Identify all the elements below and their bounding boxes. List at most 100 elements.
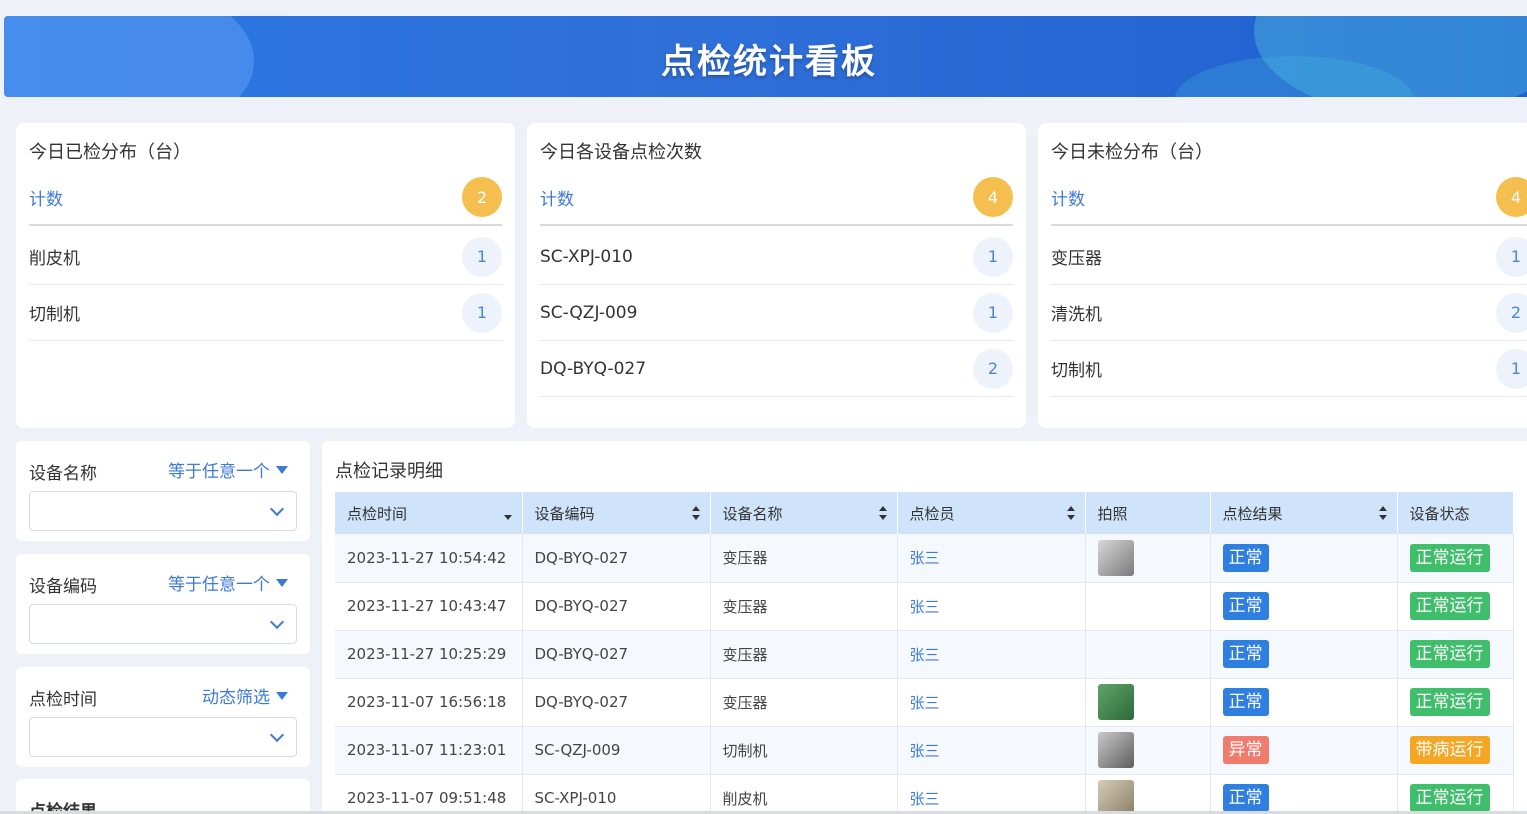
sort-icon[interactable]: [691, 506, 700, 520]
stat-row[interactable]: 切制机 1: [1051, 341, 1527, 397]
inspector-link[interactable]: 张三: [910, 646, 940, 664]
device-code-select[interactable]: [29, 604, 297, 644]
count-label: 计数: [540, 189, 574, 210]
cell-photo: [1085, 582, 1211, 631]
cell-photo: [1085, 774, 1211, 814]
cell-time: 2023-11-27 10:25:29: [335, 630, 523, 679]
count-badge: 1: [1496, 348, 1527, 389]
result-tag: 正常: [1222, 784, 1269, 812]
total-count-badge: 2: [462, 177, 502, 217]
stat-row[interactable]: 削皮机 1: [29, 229, 502, 285]
photo-thumbnail[interactable]: [1097, 732, 1134, 768]
column-header-code[interactable]: 设备编码: [522, 492, 711, 534]
stat-row[interactable]: 切制机 1: [29, 285, 502, 341]
cell-name: 变压器: [710, 630, 898, 679]
stat-row[interactable]: 清洗机 2: [1051, 285, 1527, 341]
sort-desc-icon[interactable]: [503, 506, 512, 520]
card-title: 今日已检分布（台）: [29, 142, 191, 163]
count-header-row: 计数 4: [1051, 170, 1527, 226]
filter-mode-label: 等于任意一个: [168, 462, 270, 482]
count-badge: 1: [462, 236, 502, 277]
count-header-row: 计数 4: [540, 170, 1013, 226]
filter-mode-dropdown[interactable]: 动态筛选: [202, 683, 288, 708]
status-tag: 正常运行: [1409, 688, 1490, 716]
table-row[interactable]: 2023-11-07 11:23:01 SC-QZJ-009 切制机 张三 异常 带病运行: [335, 726, 1514, 775]
cell-result: 正常: [1210, 534, 1398, 583]
stat-row[interactable]: 变压器 1: [1051, 229, 1527, 285]
photo-thumbnail[interactable]: [1097, 539, 1134, 576]
stat-row-label: DQ-BYQ-027: [540, 358, 647, 379]
cell-name: 变压器: [710, 534, 898, 583]
status-tag: 带病运行: [1409, 736, 1490, 764]
column-header-result[interactable]: 点检结果: [1210, 492, 1398, 534]
filter-mode-dropdown[interactable]: 等于任意一个: [168, 457, 288, 482]
filter-label: 点检时间: [29, 690, 97, 710]
inspection-record-table: 点检时间 设备编码 设备名称 点检员 拍照 点检结果 设备状态 2023-11-…: [335, 492, 1514, 814]
stat-row-label: 削皮机: [29, 249, 80, 269]
detail-title: 点检记录明细: [335, 461, 443, 482]
cell-result: 正常: [1210, 630, 1398, 679]
cell-inspector: 张三: [897, 774, 1086, 814]
stat-row-label: 切制机: [1051, 361, 1102, 381]
inspector-link[interactable]: 张三: [910, 598, 940, 616]
uninspected-distribution-card: 今日未检分布（台） 计数 4 变压器 1 清洗机 2 切制机 1: [1038, 123, 1527, 428]
cell-status: 带病运行: [1397, 726, 1514, 775]
filter-device-name: 设备名称 等于任意一个: [16, 441, 310, 541]
cell-inspector: 张三: [897, 582, 1086, 631]
sort-icon[interactable]: [1066, 506, 1075, 520]
caret-down-icon: [276, 691, 288, 700]
cell-code: SC-QZJ-009: [522, 726, 711, 775]
inspector-link[interactable]: 张三: [910, 694, 940, 712]
sort-icon[interactable]: [1378, 506, 1387, 520]
cell-time: 2023-11-07 16:56:18: [335, 678, 523, 727]
count-badge: 2: [1496, 292, 1527, 333]
count-badge: 1: [973, 292, 1013, 333]
inspector-link[interactable]: 张三: [910, 549, 940, 567]
sort-icon[interactable]: [878, 506, 887, 520]
inspector-link[interactable]: 张三: [910, 742, 940, 760]
cell-status: 正常运行: [1397, 534, 1514, 583]
chevron-down-icon: [269, 727, 285, 743]
device-name-select[interactable]: [29, 491, 297, 531]
count-badge: 2: [973, 348, 1013, 389]
filter-device-code: 设备编码 等于任意一个: [16, 554, 310, 654]
cell-status: 正常运行: [1397, 630, 1514, 679]
stat-row-label: SC-QZJ-009: [540, 302, 638, 323]
table-row[interactable]: 2023-11-27 10:25:29 DQ-BYQ-027 变压器 张三 正常 正常运行: [335, 630, 1514, 679]
stat-row[interactable]: SC-XPJ-010 1: [540, 229, 1013, 285]
table-row[interactable]: 2023-11-07 16:56:18 DQ-BYQ-027 变压器 张三 正常 正常运行: [335, 678, 1514, 727]
stat-row[interactable]: SC-QZJ-009 1: [540, 285, 1013, 341]
inspection-detail-card: 点检记录明细 点检时间 设备编码 设备名称 点检员 拍照 点检结果 设备状态 2…: [322, 441, 1527, 814]
result-tag: 正常: [1222, 688, 1269, 716]
cell-result: 正常: [1210, 678, 1398, 727]
inspector-link[interactable]: 张三: [910, 790, 940, 808]
result-tag: 正常: [1222, 592, 1269, 620]
cell-status: 正常运行: [1397, 582, 1514, 631]
cell-inspector: 张三: [897, 678, 1086, 727]
chevron-down-icon: [269, 501, 285, 517]
table-row[interactable]: 2023-11-27 10:54:42 DQ-BYQ-027 变压器 张三 正常 正常运行: [335, 534, 1514, 583]
cell-time: 2023-11-07 11:23:01: [335, 726, 523, 775]
column-header-photo: 拍照: [1085, 492, 1211, 534]
photo-thumbnail[interactable]: [1097, 684, 1134, 720]
cell-name: 切制机: [710, 726, 898, 775]
inspection-time-select[interactable]: [29, 717, 297, 757]
device-inspection-count-card: 今日各设备点检次数 计数 4 SC-XPJ-010 1 SC-QZJ-009 1…: [527, 123, 1026, 428]
filter-label: 设备编码: [29, 577, 97, 597]
table-row[interactable]: 2023-11-27 10:43:47 DQ-BYQ-027 变压器 张三 正常 正常运行: [335, 582, 1514, 631]
cell-code: DQ-BYQ-027: [522, 630, 711, 679]
filter-mode-label: 动态筛选: [202, 688, 270, 708]
photo-thumbnail[interactable]: [1097, 780, 1134, 814]
stat-row[interactable]: DQ-BYQ-027 2: [540, 341, 1013, 397]
column-header-time[interactable]: 点检时间: [335, 492, 523, 534]
table-row[interactable]: 2023-11-07 09:51:48 SC-XPJ-010 削皮机 张三 正常 正常运行: [335, 774, 1514, 814]
stat-row-label: 变压器: [1051, 249, 1102, 269]
inspected-distribution-card: 今日已检分布（台） 计数 2 削皮机 1 切制机 1: [16, 123, 515, 428]
cell-result: 异常: [1210, 726, 1398, 775]
column-header-inspector[interactable]: 点检员: [897, 492, 1086, 534]
total-count-badge: 4: [1496, 177, 1527, 217]
filter-mode-dropdown[interactable]: 等于任意一个: [168, 570, 288, 595]
result-tag: 正常: [1222, 640, 1269, 668]
status-tag: 正常运行: [1409, 543, 1490, 572]
column-header-name[interactable]: 设备名称: [710, 492, 898, 534]
